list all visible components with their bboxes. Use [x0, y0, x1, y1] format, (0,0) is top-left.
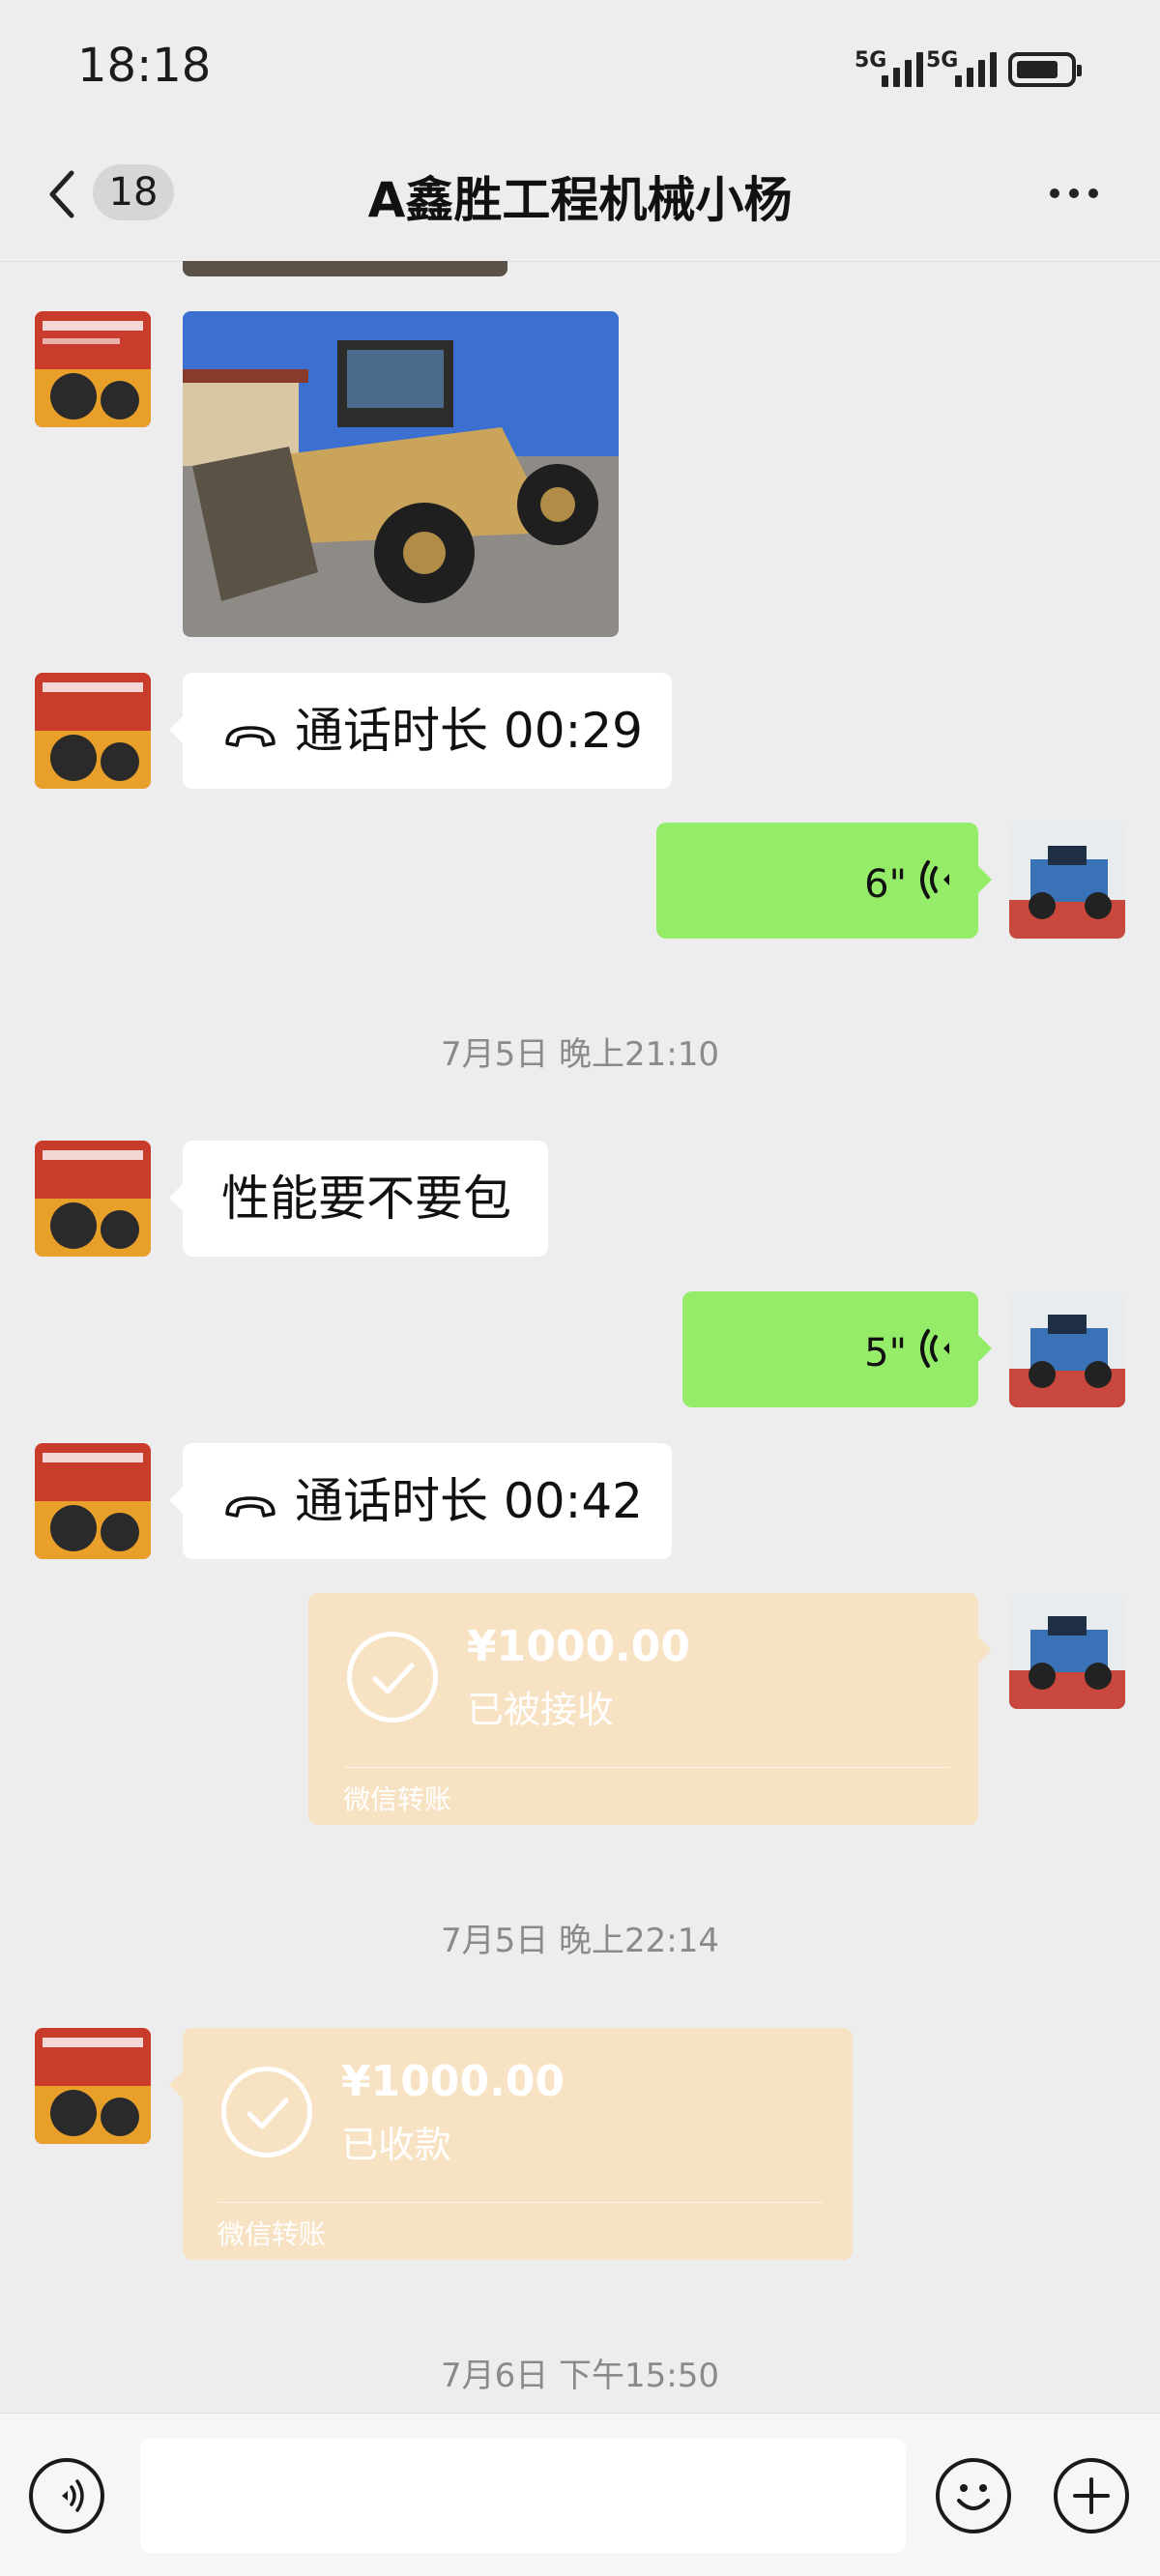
voice-wave-icon	[920, 1295, 953, 1411]
signal-label-2: 5G	[926, 48, 959, 72]
call-duration-text: 通话时长 00:29	[295, 703, 643, 759]
call-record-bubble[interactable]: 通话时长 00:29	[169, 673, 672, 789]
avatar-contact[interactable]	[35, 1443, 151, 1559]
signal-bars-1-icon	[882, 46, 923, 87]
chat-title: A鑫胜工程机械小杨	[367, 172, 793, 228]
timestamp: 7月5日 晚上22:14	[440, 1922, 720, 1960]
phone-icon	[223, 677, 277, 793]
transfer-status: 已收款	[341, 2124, 452, 2166]
transfer-card-received[interactable]: ¥1000.00 已收款 微信转账	[169, 2028, 853, 2260]
voice-wave-icon	[920, 826, 953, 942]
check-circle-icon	[221, 2067, 312, 2157]
voice-duration: 5"	[864, 1331, 907, 1375]
transfer-card-sent[interactable]: ¥1000.00 已被接收 微信转账	[308, 1593, 992, 1825]
loader-photo[interactable]	[183, 311, 619, 637]
transfer-amount: ¥1000.00	[467, 1622, 691, 1671]
text-message-bubble[interactable]: 性能要不要包	[169, 1141, 548, 1257]
chat-header: 18 A鑫胜工程机械小杨	[0, 140, 1160, 262]
status-bar: 18:18 5G 5G	[0, 0, 1160, 140]
input-bar	[0, 2413, 1160, 2576]
transfer-label: 微信转账	[218, 2218, 327, 2250]
avatar-contact[interactable]	[35, 1141, 151, 1257]
battery-icon	[1008, 52, 1082, 87]
voice-input-icon[interactable]	[29, 2458, 104, 2533]
status-time: 18:18	[77, 39, 212, 93]
transfer-amount: ¥1000.00	[341, 2057, 566, 2106]
partial-image[interactable]	[183, 261, 508, 276]
voice-duration: 6"	[864, 862, 907, 907]
emoji-icon[interactable]	[936, 2458, 1011, 2533]
avatar-self[interactable]	[1009, 823, 1125, 939]
avatar-self[interactable]	[1009, 1291, 1125, 1407]
check-circle-icon	[347, 1632, 438, 1722]
signal-bars-2-icon	[955, 46, 997, 87]
message-input[interactable]	[140, 2439, 906, 2553]
avatar-self[interactable]	[1009, 1593, 1125, 1709]
avatar-contact[interactable]	[35, 311, 151, 427]
call-record-bubble[interactable]: 通话时长 00:42	[169, 1443, 672, 1559]
avatar-contact[interactable]	[35, 2028, 151, 2144]
voice-message-bubble[interactable]: 6"	[656, 823, 992, 942]
transfer-divider	[218, 2202, 824, 2203]
avatar-contact[interactable]	[35, 673, 151, 789]
timestamp: 7月6日 下午15:50	[440, 2357, 720, 2395]
transfer-label: 微信转账	[343, 1783, 452, 1815]
voice-message-bubble[interactable]: 5"	[682, 1291, 992, 1407]
phone-icon	[223, 1447, 277, 1563]
plus-icon[interactable]	[1054, 2458, 1129, 2533]
more-icon[interactable]	[1050, 188, 1108, 202]
transfer-status: 已被接收	[467, 1689, 615, 1731]
transfer-divider	[343, 1767, 949, 1768]
timestamp: 7月5日 晚上21:10	[440, 1035, 720, 1074]
call-duration-text: 通话时长 00:42	[295, 1473, 643, 1529]
